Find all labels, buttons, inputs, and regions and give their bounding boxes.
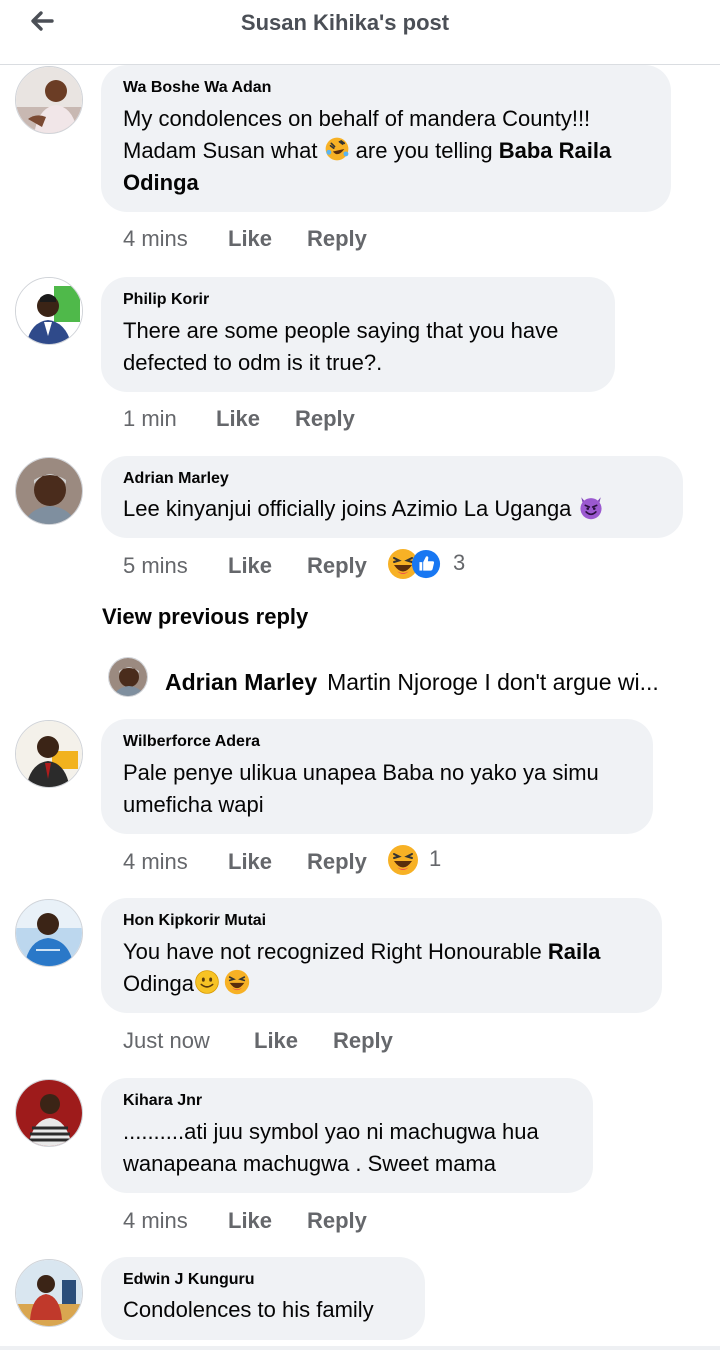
- like-button[interactable]: Like: [228, 1206, 272, 1236]
- comment-text: There are some people saying that you ha…: [123, 315, 593, 379]
- like-button[interactable]: Like: [254, 1026, 298, 1056]
- comment-line: Madam Susan what: [123, 138, 324, 163]
- reaction-summary[interactable]: 1: [387, 844, 457, 876]
- laughing-emoji-icon: [387, 844, 419, 876]
- rolling-laughing-emoji-icon: [324, 136, 350, 162]
- like-button[interactable]: Like: [216, 404, 260, 434]
- comment-line: umeficha wapi: [123, 792, 264, 817]
- like-button[interactable]: Like: [228, 847, 272, 877]
- like-thumb-icon: [411, 549, 441, 579]
- comment-line: Pale penye ulikua unapea Baba no yako ya…: [123, 760, 599, 785]
- comment-bubble[interactable]: Edwin J Kunguru Condolences to his famil…: [101, 1257, 425, 1340]
- comment-line: There are some people saying that you ha…: [123, 318, 559, 343]
- avatar[interactable]: [15, 457, 83, 525]
- comment-bubble[interactable]: Philip Korir There are some people sayin…: [101, 277, 615, 392]
- avatar[interactable]: [15, 720, 83, 788]
- comment-line: Condolences to his family: [123, 1297, 374, 1322]
- view-previous-reply-link[interactable]: View previous reply: [102, 604, 308, 630]
- avatar[interactable]: [15, 899, 83, 967]
- comment-text: Pale penye ulikua unapea Baba no yako ya…: [123, 757, 631, 821]
- smiling-face-emoji-icon: [194, 969, 220, 995]
- page-title: Susan Kihika's post: [240, 10, 450, 35]
- reply-button[interactable]: Reply: [295, 404, 355, 434]
- comment-text: You have not recognized Right Honourable…: [123, 936, 640, 1000]
- reaction-count: 1: [429, 846, 442, 871]
- comment-bubble[interactable]: Hon Kipkorir Mutai You have not recogniz…: [101, 898, 662, 1013]
- comment-line: defected to odm is it true?.: [123, 350, 383, 375]
- commenter-name[interactable]: Hon Kipkorir Mutai: [123, 912, 640, 930]
- top-bar: Susan Kihika's post: [0, 0, 720, 65]
- commenter-name[interactable]: Philip Korir: [123, 291, 593, 309]
- avatar[interactable]: [15, 277, 83, 345]
- reply-author-name[interactable]: Adrian Marley: [165, 669, 317, 695]
- comment-actions: 5 mins Like Reply 3: [123, 551, 483, 581]
- comment-bubble[interactable]: Kihara Jnr ..........ati juu symbol yao …: [101, 1078, 593, 1193]
- comment-bubble[interactable]: Adrian Marley Lee kinyanjui officially j…: [101, 456, 683, 538]
- avatar[interactable]: [15, 66, 83, 134]
- comment-actions: Just now Like Reply: [123, 1026, 423, 1056]
- laughing-emoji-icon: [224, 969, 250, 995]
- like-button[interactable]: Like: [228, 224, 272, 254]
- comment-line: Odinga: [123, 971, 194, 996]
- comment-actions: 4 mins Like Reply: [123, 224, 423, 254]
- comment-line: Lee kinyanjui officially joins Azimio La…: [123, 496, 578, 521]
- reply-preview-text: Martin Njoroge I don't argue wi...: [327, 669, 659, 695]
- mention[interactable]: Raila: [548, 939, 601, 964]
- commenter-name[interactable]: Adrian Marley: [123, 470, 661, 488]
- mention[interactable]: Odinga: [123, 170, 199, 195]
- comment-actions: 1 min Like Reply: [123, 404, 423, 434]
- commenter-name[interactable]: Edwin J Kunguru: [123, 1271, 403, 1289]
- avatar[interactable]: [15, 1259, 83, 1327]
- comment-bubble[interactable]: Wilberforce Adera Pale penye ulikua unap…: [101, 719, 653, 834]
- reply-button[interactable]: Reply: [307, 551, 367, 581]
- comment-line: My condolences on behalf of mandera Coun…: [123, 106, 591, 131]
- mention[interactable]: Baba Raila: [499, 138, 612, 163]
- comment-bubble[interactable]: Wa Boshe Wa Adan My condolences on behal…: [101, 65, 671, 212]
- smiling-devil-emoji-icon: [578, 494, 604, 520]
- avatar[interactable]: [15, 1079, 83, 1147]
- reply-button[interactable]: Reply: [307, 224, 367, 254]
- comment-time[interactable]: 1 min: [123, 404, 177, 434]
- reaction-summary[interactable]: 3: [387, 548, 477, 580]
- comment-actions: 4 mins Like Reply: [123, 1206, 423, 1236]
- comment-time[interactable]: 5 mins: [123, 551, 188, 581]
- commenter-name[interactable]: Kihara Jnr: [123, 1092, 571, 1110]
- reaction-count: 3: [453, 550, 466, 575]
- like-button[interactable]: Like: [228, 551, 272, 581]
- avatar[interactable]: [108, 657, 148, 697]
- bottom-edge: [0, 1346, 720, 1350]
- commenter-name[interactable]: Wilberforce Adera: [123, 733, 631, 751]
- reply-preview[interactable]: Adrian Marley Martin Njoroge I don't argu…: [165, 667, 685, 697]
- comment-text: ..........ati juu symbol yao ni machugwa…: [123, 1116, 571, 1180]
- comment-line: are you telling: [349, 138, 499, 163]
- comment-time[interactable]: 4 mins: [123, 224, 188, 254]
- comment-text: My condolences on behalf of mandera Coun…: [123, 103, 649, 199]
- reply-button[interactable]: Reply: [307, 847, 367, 877]
- reply-button[interactable]: Reply: [307, 1206, 367, 1236]
- comment-text: Condolences to his family: [123, 1295, 403, 1325]
- comment-time[interactable]: Just now: [123, 1026, 210, 1056]
- comment-text: Lee kinyanjui officially joins Azimio La…: [123, 494, 661, 524]
- comment-actions: 4 mins Like Reply 1: [123, 847, 463, 877]
- commenter-name[interactable]: Wa Boshe Wa Adan: [123, 79, 649, 97]
- comment-time[interactable]: 4 mins: [123, 1206, 188, 1236]
- comment-line: You have not recognized Right Honourable: [123, 939, 548, 964]
- comment-time[interactable]: 4 mins: [123, 847, 188, 877]
- comment-line: ..........ati juu symbol yao ni machugwa…: [123, 1119, 539, 1144]
- reply-button[interactable]: Reply: [333, 1026, 393, 1056]
- comment-line: wanapeana machugwa . Sweet mama: [123, 1151, 496, 1176]
